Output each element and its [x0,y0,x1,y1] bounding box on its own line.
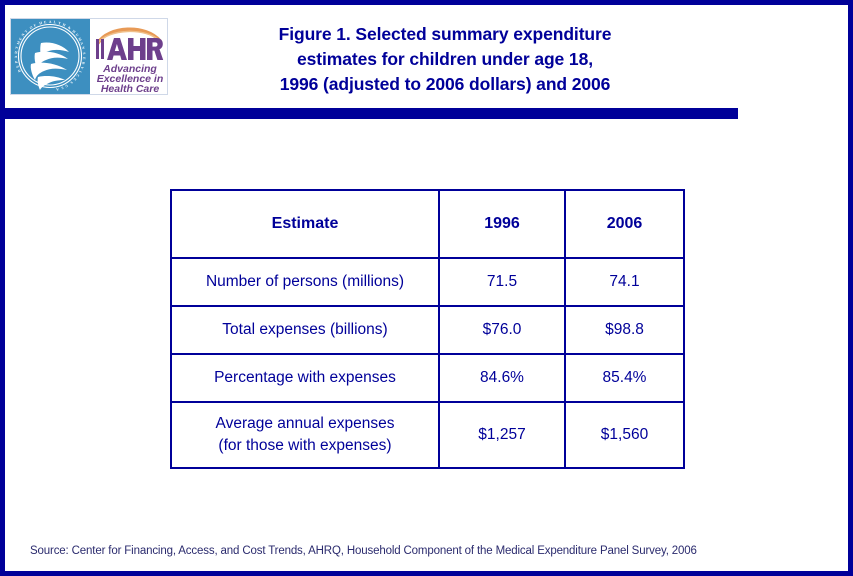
svg-text:E: E [44,20,48,24]
cell-2006: 74.1 [564,257,685,307]
table-row: Total expenses (billions) $76.0 $98.8 [170,305,685,355]
table-header-row: Estimate 1996 2006 [170,189,685,259]
svg-text:Health Care: Health Care [101,83,160,94]
svg-text:S: S [82,52,86,55]
svg-text:L: L [53,20,56,24]
svg-text:A: A [49,20,52,24]
svg-text:A: A [55,87,59,92]
summary-estimates-table: Estimate 1996 2006 Number of persons (mi… [170,189,685,469]
svg-text:R: R [81,62,85,66]
svg-text:H: H [39,21,43,26]
column-header-1996: 1996 [438,189,566,259]
cell-1996: $1,257 [438,401,566,469]
cell-2006: $1,560 [564,401,685,469]
table-row: Number of persons (millions) 71.5 74.1 [170,257,685,307]
source-note: Source: Center for Financing, Access, an… [30,545,697,557]
figure-slide: D E P A R T M E N T O F H E A L T H & H … [0,0,853,576]
svg-text:S: S [60,85,64,90]
ahrq-hhs-logo: D E P A R T M E N T O F H E A L T H & H … [10,18,168,95]
svg-text:R: R [14,50,18,53]
cell-1996: $76.0 [438,305,566,355]
row-label: Number of persons (millions) [170,257,440,307]
cell-1996: 71.5 [438,257,566,307]
ahrq-wordmark: Advancing Excellence in Health Care [90,19,167,94]
row-label-line-1: Average annual expenses [215,415,395,432]
column-header-estimate: Estimate [170,189,440,259]
svg-text:N: N [81,46,86,50]
table-row: Percentage with expenses 84.6% 85.4% [170,353,685,403]
svg-text:T: T [15,46,20,50]
column-header-2006: 2006 [564,189,685,259]
cell-1996: 84.6% [438,353,566,403]
table-row: Average annual expenses (for those with … [170,401,685,469]
row-label: Total expenses (billions) [170,305,440,355]
row-label-line-2: (for those with expenses) [218,437,392,454]
row-label: Average annual expenses (for those with … [170,401,440,469]
cell-2006: 85.4% [564,353,685,403]
header-divider-bar [5,108,738,119]
title-line-3: 1996 (adjusted to 2006 dollars) and 2006 [279,74,611,94]
row-label: Percentage with expenses [170,353,440,403]
svg-text:E: E [82,57,86,60]
title-line-1: Figure 1. Selected summary expenditure [278,24,612,44]
svg-text:I: I [78,70,82,74]
svg-text:A: A [14,55,18,58]
figure-title: Figure 1. Selected summary expenditure e… [210,22,680,97]
title-line-2: estimates for children under age 18, [297,49,593,69]
svg-text:P: P [14,60,19,64]
cell-2006: $98.8 [564,305,685,355]
hhs-seal-icon: D E P A R T M E N T O F H E A L T H & H … [11,19,90,94]
svg-text:T: T [58,21,62,26]
